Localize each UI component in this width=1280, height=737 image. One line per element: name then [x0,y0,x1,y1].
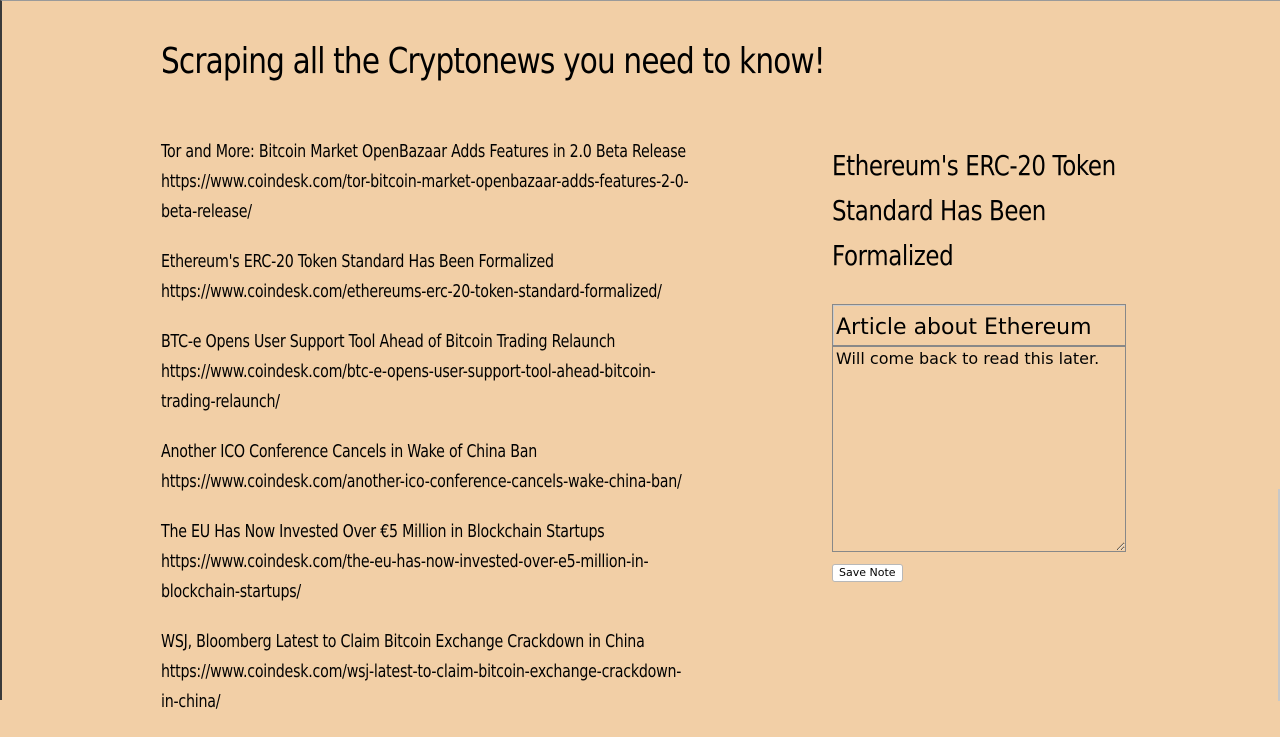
save-note-button[interactable]: Save Note [832,564,903,582]
note-panel: Ethereum's ERC-20 Token Standard Has Bee… [832,143,1128,582]
list-item: Tor and More: Bitcoin Market OpenBazaar … [161,137,761,227]
article-link-line: blockchain-startups/ [161,581,301,602]
article-link-line: https://www.coindesk.com/btc-e-opens-use… [161,361,656,382]
article-link-line: in-china/ [161,691,221,712]
list-item: Another ICO Conference Cancels in Wake o… [161,437,761,497]
list-item: Ethereum's ERC-20 Token Standard Has Bee… [161,247,761,307]
list-item: BTC-e Opens User Support Tool Ahead of B… [161,327,761,417]
note-body-input[interactable]: Will come back to read this later. [832,346,1126,552]
article-title[interactable]: The EU Has Now Invested Over €5 Million … [161,517,635,547]
article-link[interactable]: https://www.coindesk.com/wsj-latest-to-c… [161,657,681,717]
article-link-line: trading-relaunch/ [161,391,280,412]
article-link-line: https://www.coindesk.com/another-ico-con… [161,471,682,492]
list-item: WSJ, Bloomberg Latest to Claim Bitcoin E… [161,627,761,717]
article-title[interactable]: BTC-e Opens User Support Tool Ahead of B… [161,327,635,357]
note-title-input[interactable] [832,304,1126,346]
article-link[interactable]: https://www.coindesk.com/tor-bitcoin-mar… [161,167,689,227]
article-title[interactable]: Another ICO Conference Cancels in Wake o… [161,437,635,467]
article-link[interactable]: https://www.coindesk.com/the-eu-has-now-… [161,547,649,607]
article-link-line: beta-release/ [161,201,252,222]
article-link-line: https://www.coindesk.com/wsj-latest-to-c… [161,661,682,682]
article-link-line: https://www.coindesk.com/the-eu-has-now-… [161,551,649,572]
article-title[interactable]: Tor and More: Bitcoin Market OpenBazaar … [161,137,686,167]
article-list: Tor and More: Bitcoin Market OpenBazaar … [161,137,761,737]
article-link-line: https://www.coindesk.com/tor-bitcoin-mar… [161,171,689,192]
article-title[interactable]: WSJ, Bloomberg Latest to Claim Bitcoin E… [161,627,645,657]
article-link[interactable]: https://www.coindesk.com/another-ico-con… [161,467,682,497]
selected-article-title: Ethereum's ERC-20 Token Standard Has Bee… [832,149,1116,272]
article-link[interactable]: https://www.coindesk.com/ethereums-erc-2… [161,277,662,307]
article-title[interactable]: Ethereum's ERC-20 Token Standard Has Bee… [161,247,635,277]
page-title: Scraping all the Cryptonews you need to … [161,41,826,82]
list-item: The EU Has Now Invested Over €5 Million … [161,517,761,607]
article-link[interactable]: https://www.coindesk.com/btc-e-opens-use… [161,357,656,417]
article-link-line: https://www.coindesk.com/ethereums-erc-2… [161,281,662,302]
